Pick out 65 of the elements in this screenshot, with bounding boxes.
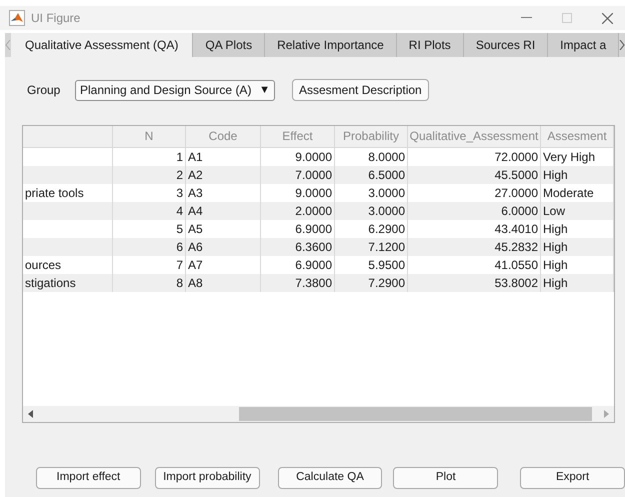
dropdown-arrow-icon: ▼ [259, 82, 270, 98]
action-button[interactable]: Calculate QA [278, 467, 382, 489]
table-cell: A2 [186, 166, 261, 184]
scrollbar-thumb[interactable] [239, 407, 592, 421]
table-cell: 6.5000 [335, 166, 408, 184]
table-cell: A7 [186, 256, 261, 274]
scroll-right-icon[interactable] [619, 40, 625, 50]
table-cell: 7.2900 [335, 274, 408, 292]
horizontal-scrollbar[interactable] [23, 406, 614, 422]
group-dropdown[interactable]: Planning and Design Source (A) ▼ [75, 80, 275, 100]
table-cell: Moderate [541, 184, 614, 202]
table-cell: Very High [541, 148, 614, 166]
tab[interactable]: Impact a [548, 33, 620, 57]
group-label: Group [27, 82, 62, 99]
table-cell: 8 [113, 274, 186, 292]
table-cell: A4 [186, 202, 261, 220]
table-cell: A1 [186, 148, 261, 166]
table-cell: High [541, 238, 614, 256]
table-cell: ources [23, 256, 113, 274]
minimize-icon[interactable] [521, 17, 532, 19]
column-header: Effect [261, 126, 335, 148]
column-header: Code [186, 126, 261, 148]
table-cell: A3 [186, 184, 261, 202]
table-cell: 7.0000 [261, 166, 335, 184]
column-header: N [113, 126, 186, 148]
table-cell: 3.0000 [335, 202, 408, 220]
tab[interactable]: QA Plots [193, 33, 266, 57]
table-cell: 6.0000 [408, 202, 541, 220]
table-cell: 45.5000 [408, 166, 541, 184]
table-cell: stigations [23, 274, 113, 292]
tab[interactable]: RI Plots [396, 33, 464, 57]
table-cell: 4 [113, 202, 186, 220]
tab[interactable]: Relative Importance [265, 33, 397, 57]
table-cell: A6 [186, 238, 261, 256]
tab[interactable]: Qualitative Assessment (QA) [11, 33, 194, 57]
table-cell: High [541, 220, 614, 238]
column-header: Qualitative_Assessment [408, 126, 541, 148]
table-cell: 6 [113, 238, 186, 256]
close-icon[interactable] [602, 12, 613, 24]
table-cell: High [541, 274, 614, 292]
table-cell: 2 [113, 166, 186, 184]
table-cell: A8 [186, 274, 261, 292]
window-title: UI Figure [31, 10, 80, 27]
table-cell: A5 [186, 220, 261, 238]
description-button[interactable]: Assesment Description [292, 79, 429, 101]
table-cell: Low [541, 202, 614, 220]
table-cell: High [541, 166, 614, 184]
table-cell: High [541, 256, 614, 274]
action-button[interactable]: Import probability [154, 467, 260, 489]
tab[interactable]: Sources RI [464, 33, 548, 57]
table-cell: 53.8002 [408, 274, 541, 292]
table-cell: 7.1200 [335, 238, 408, 256]
table-cell: 6.3600 [261, 238, 335, 256]
table-cell: 45.2832 [408, 238, 541, 256]
action-button[interactable]: Plot [393, 467, 498, 489]
action-button[interactable]: Export [520, 467, 625, 489]
column-header: Assesment [541, 126, 614, 148]
app-logo-icon [9, 10, 25, 26]
column-header: Probability [335, 126, 408, 148]
scroll-left-icon[interactable] [28, 410, 34, 418]
table-cell: 7.3800 [261, 274, 335, 292]
table-cell: priate tools [23, 184, 113, 202]
action-button[interactable]: Import effect [36, 467, 141, 489]
table-cell: 2.0000 [261, 202, 335, 220]
maximize-icon[interactable] [562, 13, 572, 23]
